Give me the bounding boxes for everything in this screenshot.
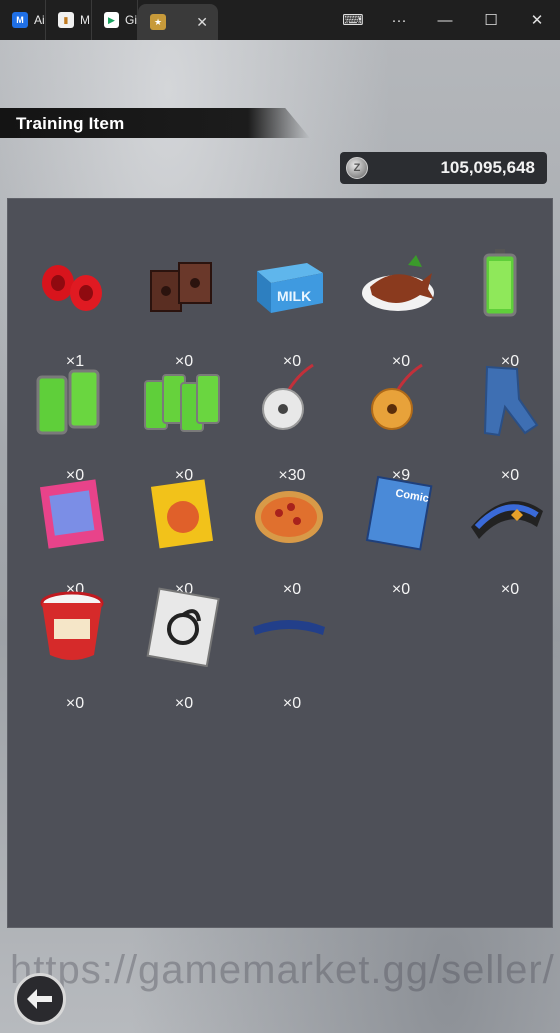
blue-scarf-icon <box>471 501 543 539</box>
cup-noodles-icon <box>40 591 104 660</box>
grilled-fish-icon <box>362 255 434 311</box>
item-slot-green-battery[interactable]: ×0 <box>455 241 555 370</box>
item-count: ×0 <box>391 581 411 598</box>
game-box-icon <box>150 479 214 549</box>
close-tab-icon[interactable]: ✕ <box>196 14 208 31</box>
browser-tab-bar: M Ai ▮ M ▶ Gi ★ ✕ ⌨ ··· — ☐ ✕ <box>0 0 560 40</box>
minimize-button[interactable]: — <box>422 0 468 40</box>
back-arrow-icon <box>27 989 52 1009</box>
item-slot-pink-magazine[interactable]: ×0 <box>20 469 120 598</box>
zeni-coin-icon: Z <box>346 157 368 179</box>
item-slot-blue-scarf[interactable]: ×0 <box>455 469 555 598</box>
item-slot-double-battery[interactable]: ×0 <box>20 355 120 484</box>
tab-label: M <box>80 13 90 27</box>
svg-text:MILK: MILK <box>277 288 311 304</box>
close-window-button[interactable]: ✕ <box>514 0 560 40</box>
browser-tab-1[interactable]: M Ai <box>0 0 46 40</box>
red-weights-icon <box>42 265 102 311</box>
item-slot-red-weights[interactable]: ×1 <box>20 241 120 370</box>
item-slot-pizza[interactable]: ×0 <box>237 469 337 598</box>
blue-band-icon <box>253 620 325 635</box>
item-count: ×0 <box>500 581 520 598</box>
page-title: Training Item <box>16 114 125 133</box>
capsule-card-icon <box>146 587 220 667</box>
item-slot-comic-book[interactable]: Comic ×0 <box>346 469 446 598</box>
comic-book-icon: Comic <box>365 475 433 551</box>
blue-jeans-icon <box>483 365 539 437</box>
item-panel: ×1 ×0 MILK ×0 ×0 ×0 ×0 ×0 ×30 ×9 ×0 ×0 ×0 ×0 Comic ×0 ×0… <box>7 198 553 928</box>
item-slot-game-box[interactable]: ×0 <box>129 469 229 598</box>
item-slot-cup-noodles[interactable]: ×0 <box>20 583 120 712</box>
item-count: ×0 <box>174 695 194 712</box>
title-banner: Training Item <box>0 108 310 138</box>
app-icon: ▮ <box>58 12 74 28</box>
item-count: ×0 <box>65 695 85 712</box>
item-slot-blue-jeans[interactable]: ×0 <box>455 355 555 484</box>
browser-tab-active[interactable]: ★ ✕ <box>138 4 218 40</box>
item-slot-grilled-fish[interactable]: ×0 <box>346 241 446 370</box>
item-count: ×0 <box>282 695 302 712</box>
tab-label: Ai <box>34 13 45 27</box>
item-slot-capsule-card[interactable]: ×0 <box>129 583 229 712</box>
milk-carton-icon: MILK <box>257 263 323 313</box>
watermark: https://gamemarket.gg/seller/ <box>10 948 555 992</box>
tab-label: Gi <box>125 13 137 27</box>
item-slot-silver-bell[interactable]: ×30 <box>237 355 337 484</box>
currency-display: Z 105,095,648 <box>340 152 547 184</box>
item-slot-battery-pack[interactable]: ×0 <box>129 355 229 484</box>
green-battery-icon <box>483 249 517 317</box>
more-icon[interactable]: ··· <box>376 0 422 40</box>
brown-blocks-icon <box>150 262 212 312</box>
item-slot-gold-bell[interactable]: ×9 <box>346 355 446 484</box>
play-store-icon: ▶ <box>104 12 119 28</box>
back-button[interactable] <box>14 973 66 1025</box>
maximize-button[interactable]: ☐ <box>468 0 514 40</box>
game-icon: ★ <box>150 14 166 30</box>
app-icon: M <box>12 12 28 28</box>
pizza-icon <box>255 491 323 543</box>
battery-pack-icon <box>144 374 220 432</box>
item-slot-milk-carton[interactable]: MILK ×0 <box>237 241 337 370</box>
pink-magazine-icon <box>39 479 105 549</box>
browser-tab-2[interactable]: ▮ M <box>46 0 92 40</box>
keyboard-icon[interactable]: ⌨ <box>330 0 376 40</box>
silver-bell-icon <box>262 363 314 430</box>
item-slot-blue-band[interactable]: ×0 <box>237 583 337 712</box>
currency-amount: 105,095,648 <box>440 158 535 177</box>
browser-tab-3[interactable]: ▶ Gi <box>92 0 138 40</box>
item-slot-brown-blocks[interactable]: ×0 <box>129 241 229 370</box>
gold-bell-icon <box>371 363 423 430</box>
double-battery-icon <box>36 369 100 435</box>
